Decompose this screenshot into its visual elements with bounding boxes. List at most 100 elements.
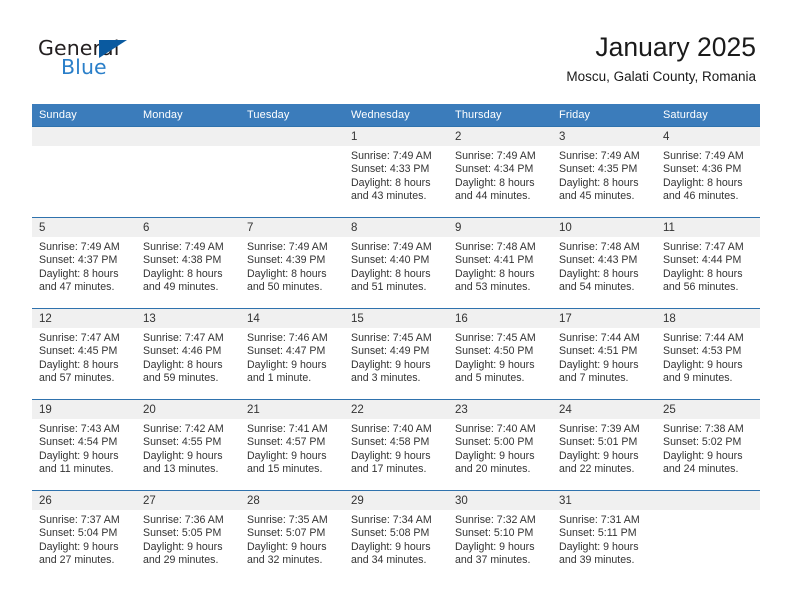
calendar-day-cell-empty [136, 126, 240, 218]
sunrise-time: Sunrise: 7:49 AM [351, 150, 432, 162]
calendar-day-cell[interactable]: 2 Sunrise: 7:49 AM Sunset: 4:34 PM Daylight… [448, 126, 552, 218]
calendar-day-cell[interactable]: 28 Sunrise: 7:35 AM Sunset: 5:07 PM Dayligh… [240, 490, 344, 581]
calendar-day-cell[interactable]: 18 Sunrise: 7:44 AM Sunset: 4:53 PM Dayligh… [656, 308, 760, 400]
sunrise-time: Sunrise: 7:49 AM [247, 241, 328, 253]
sunrise-time: Sunrise: 7:34 AM [351, 514, 432, 526]
calendar-day-cell[interactable]: 17 Sunrise: 7:44 AM Sunset: 4:51 PM Dayligh… [552, 308, 656, 400]
calendar-day-cell[interactable]: 6 Sunrise: 7:49 AM Sunset: 4:38 PM Daylight… [136, 217, 240, 309]
sunset-time: Sunset: 4:41 PM [455, 254, 534, 267]
calendar-day-cell[interactable]: 3 Sunrise: 7:49 AM Sunset: 4:35 PM Daylight… [552, 126, 656, 218]
daylight-duration-line2: and 32 minutes. [247, 554, 323, 567]
sunset-time: Sunset: 4:55 PM [143, 436, 222, 449]
calendar-day-cell[interactable]: 31 Sunrise: 7:31 AM Sunset: 5:11 PM Dayligh… [552, 490, 656, 581]
calendar-day-cell[interactable]: 15 Sunrise: 7:45 AM Sunset: 4:49 PM Dayligh… [344, 308, 448, 400]
calendar-day-cell[interactable]: 24 Sunrise: 7:39 AM Sunset: 5:01 PM Dayligh… [552, 399, 656, 491]
calendar-day-cell[interactable]: 22 Sunrise: 7:40 AM Sunset: 4:58 PM Dayligh… [344, 399, 448, 491]
calendar-day-cell[interactable]: 5 Sunrise: 7:49 AM Sunset: 4:37 PM Daylight… [32, 217, 136, 309]
calendar-day-cell[interactable]: 4 Sunrise: 7:49 AM Sunset: 4:36 PM Daylight… [656, 126, 760, 218]
day-number: 21 [240, 400, 344, 419]
calendar-day-cell[interactable]: 21 Sunrise: 7:41 AM Sunset: 4:57 PM Dayligh… [240, 399, 344, 491]
day-number: 9 [448, 218, 552, 237]
day-number: 31 [552, 491, 656, 510]
daylight-duration-line1: Daylight: 8 hours [663, 176, 743, 189]
calendar-day-cell[interactable]: 7 Sunrise: 7:49 AM Sunset: 4:39 PM Daylight… [240, 217, 344, 309]
day-details: Sunrise: 7:37 AM Sunset: 5:04 PM Daylight:… [32, 510, 136, 568]
calendar-day-cell[interactable]: 20 Sunrise: 7:42 AM Sunset: 4:55 PM Dayligh… [136, 399, 240, 491]
day-number: 7 [240, 218, 344, 237]
sunset-time: Sunset: 4:49 PM [351, 345, 430, 358]
calendar-day-cell[interactable]: 29 Sunrise: 7:34 AM Sunset: 5:08 PM Dayligh… [344, 490, 448, 581]
calendar-grid: Sunday Monday Tuesday Wednesday Thursday… [32, 104, 760, 581]
sunrise-time: Sunrise: 7:39 AM [559, 423, 640, 435]
day-number [32, 127, 136, 146]
day-number: 13 [136, 309, 240, 328]
daylight-duration-line2: and 5 minutes. [455, 372, 525, 385]
calendar-day-cell[interactable]: 12 Sunrise: 7:47 AM Sunset: 4:45 PM Dayligh… [32, 308, 136, 400]
day-details: Sunrise: 7:48 AM Sunset: 4:41 PM Daylight:… [448, 237, 552, 295]
daylight-duration-line1: Daylight: 9 hours [143, 449, 223, 462]
weekday-header-friday: Friday [552, 104, 656, 127]
calendar-day-cell[interactable]: 25 Sunrise: 7:38 AM Sunset: 5:02 PM Dayligh… [656, 399, 760, 491]
calendar-day-cell[interactable]: 8 Sunrise: 7:49 AM Sunset: 4:40 PM Daylight… [344, 217, 448, 309]
logo-text-blue: Blue [61, 55, 107, 79]
daylight-duration-line2: and 45 minutes. [559, 190, 635, 203]
daylight-duration-line2: and 56 minutes. [663, 281, 739, 294]
day-details: Sunrise: 7:45 AM Sunset: 4:49 PM Daylight:… [344, 328, 448, 386]
daylight-duration-line1: Daylight: 9 hours [351, 358, 431, 371]
daylight-duration-line2: and 59 minutes. [143, 372, 219, 385]
day-number: 24 [552, 400, 656, 419]
day-details: Sunrise: 7:45 AM Sunset: 4:50 PM Daylight:… [448, 328, 552, 386]
sunset-time: Sunset: 5:04 PM [39, 527, 118, 540]
sunset-time: Sunset: 4:43 PM [559, 254, 638, 267]
daylight-duration-line1: Daylight: 8 hours [143, 358, 223, 371]
sunset-time: Sunset: 5:00 PM [455, 436, 534, 449]
daylight-duration-line2: and 44 minutes. [455, 190, 531, 203]
daylight-duration-line1: Daylight: 8 hours [663, 267, 743, 280]
calendar-day-cell[interactable]: 10 Sunrise: 7:48 AM Sunset: 4:43 PM Dayligh… [552, 217, 656, 309]
calendar-day-cell[interactable]: 19 Sunrise: 7:43 AM Sunset: 4:54 PM Dayligh… [32, 399, 136, 491]
day-number: 3 [552, 127, 656, 146]
daylight-duration-line2: and 9 minutes. [663, 372, 733, 385]
calendar-day-cell[interactable]: 23 Sunrise: 7:40 AM Sunset: 5:00 PM Dayligh… [448, 399, 552, 491]
sunset-time: Sunset: 4:46 PM [143, 345, 222, 358]
sunset-time: Sunset: 4:40 PM [351, 254, 430, 267]
daylight-duration-line1: Daylight: 9 hours [663, 449, 743, 462]
sunset-time: Sunset: 4:53 PM [663, 345, 742, 358]
daylight-duration-line1: Daylight: 9 hours [455, 540, 535, 553]
day-details: Sunrise: 7:40 AM Sunset: 5:00 PM Daylight:… [448, 419, 552, 477]
sunset-time: Sunset: 4:34 PM [455, 163, 534, 176]
day-details: Sunrise: 7:49 AM Sunset: 4:37 PM Daylight:… [32, 237, 136, 295]
calendar-day-cell[interactable]: 9 Sunrise: 7:48 AM Sunset: 4:41 PM Daylight… [448, 217, 552, 309]
sunrise-time: Sunrise: 7:46 AM [247, 332, 328, 344]
sunrise-time: Sunrise: 7:49 AM [663, 150, 744, 162]
day-number: 12 [32, 309, 136, 328]
sunset-time: Sunset: 5:05 PM [143, 527, 222, 540]
brand-logo[interactable]: General Blue [38, 36, 238, 86]
day-number: 27 [136, 491, 240, 510]
sunset-time: Sunset: 4:50 PM [455, 345, 534, 358]
calendar-day-cell[interactable]: 16 Sunrise: 7:45 AM Sunset: 4:50 PM Dayligh… [448, 308, 552, 400]
calendar-day-cell[interactable]: 30 Sunrise: 7:32 AM Sunset: 5:10 PM Dayligh… [448, 490, 552, 581]
calendar-day-cell[interactable]: 11 Sunrise: 7:47 AM Sunset: 4:44 PM Dayligh… [656, 217, 760, 309]
page-title: January 2025 [595, 32, 756, 62]
daylight-duration-line2: and 29 minutes. [143, 554, 219, 567]
day-number: 20 [136, 400, 240, 419]
daylight-duration-line1: Daylight: 8 hours [559, 176, 639, 189]
sunset-time: Sunset: 4:44 PM [663, 254, 742, 267]
day-details: Sunrise: 7:40 AM Sunset: 4:58 PM Daylight:… [344, 419, 448, 477]
calendar-day-cell[interactable]: 26 Sunrise: 7:37 AM Sunset: 5:04 PM Dayligh… [32, 490, 136, 581]
calendar-day-cell[interactable]: 14 Sunrise: 7:46 AM Sunset: 4:47 PM Dayligh… [240, 308, 344, 400]
calendar-day-cell[interactable]: 13 Sunrise: 7:47 AM Sunset: 4:46 PM Dayligh… [136, 308, 240, 400]
daylight-duration-line1: Daylight: 9 hours [663, 358, 743, 371]
calendar-day-cell[interactable]: 27 Sunrise: 7:36 AM Sunset: 5:05 PM Dayligh… [136, 490, 240, 581]
calendar-day-cell-empty [32, 126, 136, 218]
calendar-day-cell[interactable]: 1 Sunrise: 7:49 AM Sunset: 4:33 PM Daylight… [344, 126, 448, 218]
sunrise-time: Sunrise: 7:41 AM [247, 423, 328, 435]
daylight-duration-line2: and 34 minutes. [351, 554, 427, 567]
day-number: 19 [32, 400, 136, 419]
day-details: Sunrise: 7:49 AM Sunset: 4:35 PM Daylight:… [552, 146, 656, 204]
day-number: 18 [656, 309, 760, 328]
day-number: 2 [448, 127, 552, 146]
calendar-week-row: 1 Sunrise: 7:49 AM Sunset: 4:33 PM Daylight… [32, 126, 760, 218]
sunrise-time: Sunrise: 7:45 AM [351, 332, 432, 344]
